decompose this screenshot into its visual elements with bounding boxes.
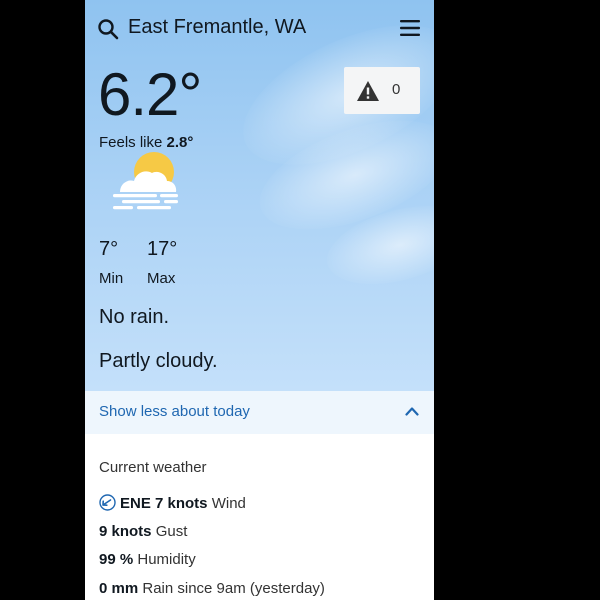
wind-direction-icon [99, 494, 116, 511]
gust-label: Gust [155, 523, 188, 540]
humidity-row: 99 % Humidity [99, 551, 196, 568]
today-hero-panel: East Fremantle, WA 6.2° 0 Feels like 2.8… [85, 0, 434, 391]
min-temperature: 7° [99, 238, 119, 260]
rain-since-row: 0 mm Rain since 9am (yesterday) [99, 580, 325, 597]
weather-description: Partly cloudy. [99, 350, 218, 372]
warnings-button[interactable]: 0 [344, 67, 420, 114]
top-bar: East Fremantle, WA [85, 0, 434, 58]
show-less-label: Show less about today [99, 403, 250, 420]
max-label: Max [147, 270, 176, 287]
chevron-up-icon [405, 407, 419, 416]
gust-value: 9 knots [99, 523, 152, 540]
feels-like-value: 2.8° [166, 134, 194, 151]
humidity-value: 99 % [99, 551, 134, 568]
gust-row: 9 knots Gust [99, 523, 187, 540]
current-temperature: 6.2° [98, 61, 202, 128]
search-icon[interactable] [97, 18, 119, 40]
max-temperature: 17° [147, 238, 178, 260]
warnings-count: 0 [392, 81, 401, 98]
location-name[interactable]: East Fremantle, WA [128, 16, 306, 39]
feels-like-label: Feels like [99, 134, 163, 151]
feels-like: Feels like 2.8° [99, 134, 193, 151]
show-less-toggle[interactable]: Show less about today [85, 391, 434, 434]
wind-row: ENE 7 knots Wind [99, 494, 246, 512]
rain-summary: No rain. [99, 306, 170, 328]
weather-app-screen: East Fremantle, WA 6.2° 0 Feels like 2.8… [85, 0, 434, 600]
rain-since-label: Rain since 9am (yesterday) [142, 580, 325, 597]
partly-cloudy-sun-icon [113, 152, 178, 210]
hamburger-menu-icon[interactable] [399, 18, 421, 38]
current-weather-heading: Current weather [99, 459, 207, 476]
warning-triangle-icon [357, 81, 379, 101]
humidity-label: Humidity [137, 551, 196, 568]
min-label: Min [99, 270, 124, 287]
rain-since-value: 0 mm [99, 580, 139, 597]
wind-label: Wind [211, 495, 246, 512]
wind-value: ENE 7 knots [120, 495, 208, 512]
